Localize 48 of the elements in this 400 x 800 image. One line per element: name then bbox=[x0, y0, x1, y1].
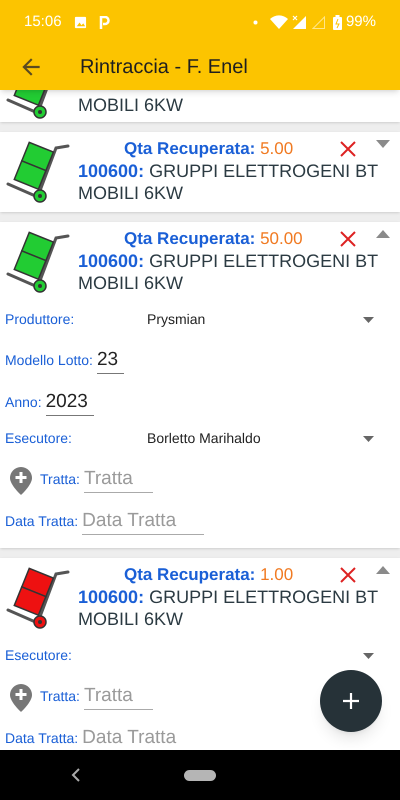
item-description: MOBILI 6KW bbox=[78, 94, 184, 116]
parking-icon bbox=[98, 16, 110, 28]
field-label: Esecutore: bbox=[5, 646, 73, 665]
toolbar-title: Rintraccia - F. Enel bbox=[80, 55, 248, 80]
field-label: Data Tratta: bbox=[5, 512, 78, 531]
input-field[interactable]: 23 bbox=[96, 347, 124, 374]
battery-percent: 99% bbox=[346, 12, 376, 32]
dropdown-caret-icon bbox=[363, 316, 374, 322]
dropdown-caret-icon bbox=[363, 436, 374, 442]
dropdown-field[interactable]: Prysmian bbox=[125, 309, 374, 330]
field-label: Modello Lotto: bbox=[5, 351, 93, 370]
field-label: Tratta: bbox=[40, 687, 80, 706]
delete-icon[interactable] bbox=[340, 567, 356, 583]
wifi-icon bbox=[270, 15, 288, 29]
dot-icon bbox=[252, 20, 258, 24]
battery-icon bbox=[332, 14, 342, 30]
field-label: Esecutore: bbox=[5, 429, 73, 448]
delete-icon[interactable] bbox=[340, 141, 356, 157]
status-time: 15:06 bbox=[24, 12, 62, 32]
back-icon[interactable] bbox=[71, 768, 81, 782]
field-label: Tratta: bbox=[40, 470, 80, 489]
dropdown-field[interactable]: Borletto Marihaldo bbox=[125, 428, 374, 449]
quantity-text: Qta Recuperata: 5.00 bbox=[124, 138, 294, 160]
item-description: 100600: GRUPPI ELETTROGENI BT MOBILI 6KW bbox=[78, 250, 379, 294]
collapse-caret-icon[interactable] bbox=[376, 566, 390, 574]
add-location-icon[interactable] bbox=[10, 684, 32, 712]
quantity-text: Qta Recuperata: 1.00 bbox=[124, 564, 294, 586]
plus-icon bbox=[342, 692, 360, 710]
delete-icon[interactable] bbox=[340, 231, 356, 247]
field-label: Data Tratta: bbox=[5, 729, 78, 748]
collapse-caret-icon[interactable] bbox=[376, 230, 390, 238]
signal-icon bbox=[312, 16, 325, 28]
dropdown-caret-icon bbox=[363, 652, 374, 658]
add-location-icon[interactable] bbox=[10, 467, 32, 495]
home-handle[interactable] bbox=[184, 770, 216, 780]
input-field[interactable]: Tratta bbox=[84, 683, 153, 710]
input-field[interactable]: Data Tratta bbox=[82, 725, 204, 750]
input-field[interactable]: 2023 bbox=[46, 389, 94, 416]
expand-caret-icon[interactable] bbox=[376, 140, 390, 148]
signal-icon bbox=[292, 15, 306, 29]
field-label: Anno: bbox=[5, 393, 42, 412]
item-description: 100600: GRUPPI ELETTROGENI BT MOBILI 6KW bbox=[78, 160, 379, 204]
image-icon bbox=[74, 16, 87, 28]
input-field[interactable]: Data Tratta bbox=[82, 508, 204, 535]
input-field[interactable]: Tratta bbox=[84, 466, 153, 493]
quantity-text: Qta Recuperata: 50.00 bbox=[124, 228, 303, 250]
field-label: Produttore: bbox=[5, 310, 76, 329]
item-description: 100600: GRUPPI ELETTROGENI BT MOBILI 6KW bbox=[78, 586, 379, 630]
